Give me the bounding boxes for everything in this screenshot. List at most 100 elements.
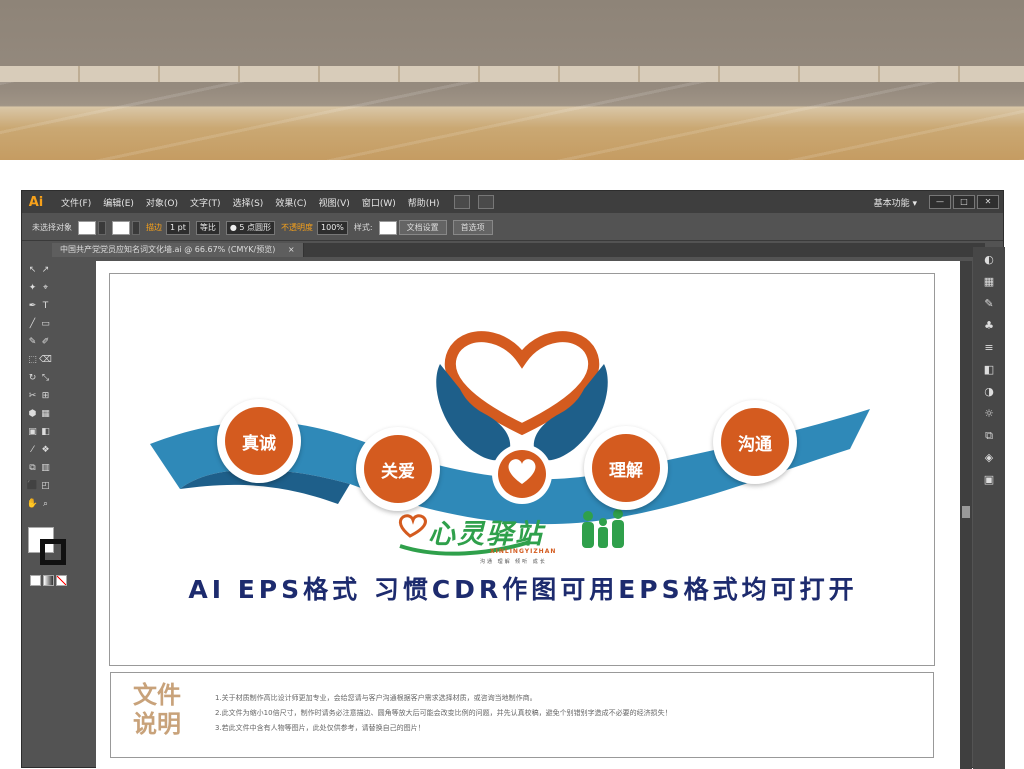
stroke-width-field[interactable]: 1 pt — [166, 220, 190, 235]
tool-icon-15[interactable]: ⊞ — [39, 387, 52, 405]
fill-swatch[interactable] — [78, 220, 96, 235]
vertical-scrollbar[interactable] — [960, 261, 972, 769]
menu-select[interactable]: 选择(S) — [227, 196, 270, 209]
tool-icon-5[interactable]: T — [39, 297, 52, 315]
tool-icon-16[interactable]: ⬢ — [26, 405, 39, 423]
document-setup-button[interactable]: 文档设置 — [398, 220, 447, 235]
gradient-panel-icon[interactable]: ◧ — [980, 363, 998, 379]
notes-list: 1.关于材质制作高比设计师更加专业，会给您请与客户沟通根据客户需求选择材质，或咨… — [215, 691, 672, 736]
tool-icon-9[interactable]: ✐ — [39, 333, 52, 351]
tool-icon-10[interactable]: ⬚ — [26, 351, 39, 369]
bridge-icon[interactable] — [453, 195, 470, 209]
tool-icon-27[interactable]: ⌕ — [39, 495, 52, 513]
opacity-field[interactable]: 100% — [317, 220, 348, 235]
app-logo: Ai — [28, 194, 44, 210]
preferences-button[interactable]: 首选项 — [452, 220, 493, 235]
tool-icon-1[interactable]: ↗ — [39, 261, 52, 279]
graphic-styles-panel-icon[interactable]: ⧉ — [980, 429, 998, 445]
document-tab[interactable]: 中国共产党党员应知名词文化墙.ai @ 66.67% (CMYK/预览) × — [52, 243, 304, 257]
tool-icon-20[interactable]: ⁄ — [26, 441, 39, 459]
tool-icon-12[interactable]: ↻ — [26, 369, 39, 387]
stroke-profile-field[interactable]: 等比 — [195, 220, 220, 235]
tool-icon-13[interactable]: ⤡ — [39, 369, 52, 387]
tool-icon-23[interactable]: ▥ — [39, 459, 52, 477]
value-circle-1-label: 真诚 — [225, 407, 293, 475]
menu-view[interactable]: 视图(V) — [313, 196, 356, 209]
fill-stroke-indicator[interactable] — [28, 527, 68, 565]
tool-icon-21[interactable]: ❖ — [39, 441, 52, 459]
value-circle-3-label: 理解 — [592, 434, 660, 502]
file-notes-box: 文件说明 1.关于材质制作高比设计师更加专业，会给您请与客户沟通根据客户需求选择… — [110, 672, 934, 758]
tool-icon-11[interactable]: ⌫ — [39, 351, 52, 369]
maximize-button[interactable]: □ — [953, 195, 975, 209]
value-circle-2-label: 关爱 — [364, 435, 432, 503]
stroke-panel-icon[interactable]: ≡ — [980, 341, 998, 357]
window-controls: — □ ✕ — [927, 195, 999, 209]
color-mode-icon[interactable] — [30, 575, 41, 586]
tool-icon-17[interactable]: ▦ — [39, 405, 52, 423]
stroke-label[interactable]: 描边 — [146, 222, 162, 233]
illustrator-window: Ai 文件(F) 编辑(E) 对象(O) 文字(T) 选择(S) 效果(C) 视… — [21, 190, 1005, 769]
note-item: 3.若此文件中含有人物等图片，此处仅供参考，请替换自己的图片！ — [215, 724, 425, 732]
menu-help[interactable]: 帮助(H) — [402, 196, 446, 209]
tool-icon-19[interactable]: ◧ — [39, 423, 52, 441]
none-mode-icon[interactable] — [56, 575, 67, 586]
stroke-swatch[interactable] — [112, 220, 130, 235]
appearance-panel-icon[interactable]: ☼ — [980, 407, 998, 423]
symbols-panel-icon[interactable]: ♣ — [980, 319, 998, 335]
brand-tags: 沟通 理解 倾听 成长 — [480, 559, 547, 565]
tool-icon-8[interactable]: ✎ — [26, 333, 39, 351]
brand-logo: 心灵驿站 XINLINGYIZHAN 沟通 理解 倾听 成长 — [400, 512, 620, 574]
note-item: 1.关于材质制作高比设计师更加专业，会给您请与客户沟通根据客户需求选择材质，或咨… — [215, 694, 537, 702]
tool-icon-14[interactable]: ✂ — [26, 387, 39, 405]
layers-panel-icon[interactable]: ◈ — [980, 451, 998, 467]
menu-edit[interactable]: 编辑(E) — [97, 196, 140, 209]
stroke-dropdown[interactable] — [132, 220, 140, 235]
panel-dock: ◐ ▦ ✎ ♣ ≡ ◧ ◑ ☼ ⧉ ◈ ▣ — [973, 247, 1005, 769]
document-canvas[interactable]: 真诚 关爱 理解 沟通 心灵驿站 XINLINGYIZHAN 沟通 理解 倾听 … — [96, 261, 964, 769]
minimize-button[interactable]: — — [929, 195, 951, 209]
tool-icon-22[interactable]: ⧉ — [26, 459, 39, 477]
tool-icon-24[interactable]: ⬛ — [26, 477, 39, 495]
tool-icon-3[interactable]: ⌖ — [39, 279, 52, 297]
format-banner: AI EPS格式 习惯CDR作图可用EPS格式均可打开 — [188, 575, 858, 604]
close-tab-icon[interactable]: × — [288, 245, 295, 254]
brush-field[interactable]: ● 5 点圆形 — [225, 220, 276, 235]
photo-wall-background — [0, 0, 1024, 160]
opacity-label[interactable]: 不透明度 — [281, 222, 313, 233]
tool-icon-6[interactable]: ╱ — [26, 315, 39, 333]
tool-icon-4[interactable]: ✒ — [26, 297, 39, 315]
tool-icon-26[interactable]: ✋ — [26, 495, 39, 513]
workspace-switcher[interactable]: 基本功能 ▾ — [874, 196, 917, 209]
fill-dropdown[interactable] — [98, 220, 106, 235]
wood-floor — [0, 82, 1024, 160]
style-swatch[interactable] — [378, 220, 397, 235]
tool-icon-0[interactable]: ↖ — [26, 261, 39, 279]
brushes-panel-icon[interactable]: ✎ — [980, 297, 998, 313]
artboards-panel-icon[interactable]: ▣ — [980, 473, 998, 489]
value-circle-3: 理解 — [584, 426, 668, 510]
tool-icon-2[interactable]: ✦ — [26, 279, 39, 297]
selection-status: 未选择对象 — [32, 223, 72, 232]
stroke-color-box[interactable] — [40, 539, 66, 565]
menu-file[interactable]: 文件(F) — [55, 196, 97, 209]
tool-icon-25[interactable]: ◰ — [39, 477, 52, 495]
value-circle-4-label: 沟通 — [721, 408, 789, 476]
tool-icon-7[interactable]: ▭ — [39, 315, 52, 333]
swatches-panel-icon[interactable]: ▦ — [980, 275, 998, 291]
tool-icon-18[interactable]: ▣ — [26, 423, 39, 441]
gradient-mode-icon[interactable] — [43, 575, 54, 586]
brand-pinyin: XINLINGYIZHAN — [490, 548, 557, 555]
scrollbar-thumb[interactable] — [962, 506, 970, 518]
color-panel-icon[interactable]: ◐ — [980, 253, 998, 269]
menu-effect[interactable]: 效果(C) — [269, 196, 312, 209]
transparency-panel-icon[interactable]: ◑ — [980, 385, 998, 401]
document-tab-bar: 中国共产党党员应知名词文化墙.ai @ 66.67% (CMYK/预览) × — [52, 243, 985, 257]
menu-type[interactable]: 文字(T) — [184, 196, 227, 209]
control-panel: 未选择对象 描边 1 pt 等比 ● 5 点圆形 不透明度 100% 样式: 文… — [22, 215, 1003, 241]
close-button[interactable]: ✕ — [977, 195, 999, 209]
menu-bar: Ai 文件(F) 编辑(E) 对象(O) 文字(T) 选择(S) 效果(C) 视… — [22, 191, 1003, 213]
menu-window[interactable]: 窗口(W) — [356, 196, 402, 209]
menu-object[interactable]: 对象(O) — [140, 196, 184, 209]
arrange-docs-icon[interactable] — [477, 195, 494, 209]
